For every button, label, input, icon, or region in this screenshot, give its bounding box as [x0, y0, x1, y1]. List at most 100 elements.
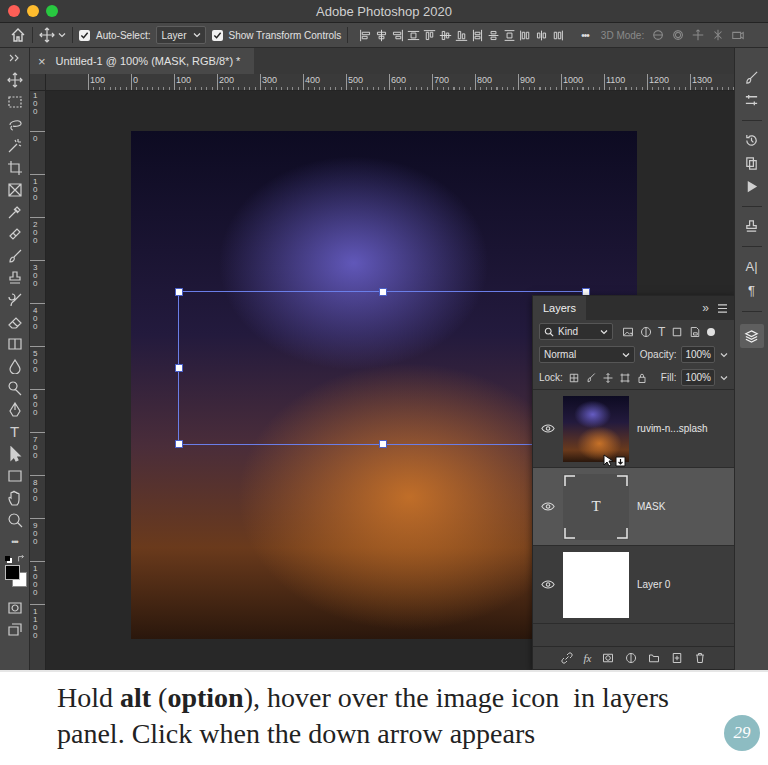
- transform-handle[interactable]: [379, 288, 387, 296]
- opacity-chevron-icon[interactable]: [720, 351, 728, 359]
- close-tab-button[interactable]: ×: [38, 54, 46, 69]
- rectangle-tool-icon[interactable]: [7, 468, 23, 484]
- document-tab[interactable]: × Untitled-1 @ 100% (MASK, RGB/8*) *: [30, 48, 254, 74]
- layers-tab[interactable]: Layers: [533, 296, 586, 320]
- opacity-field[interactable]: 100%: [681, 346, 715, 363]
- lock-pixels-icon[interactable]: [568, 372, 580, 384]
- distribute-left-icon[interactable]: [519, 29, 532, 42]
- text-layer-thumbnail[interactable]: T: [563, 474, 629, 540]
- home-icon[interactable]: [10, 27, 26, 43]
- image-layer-thumbnail[interactable]: [563, 396, 629, 462]
- clone-stamp-icon[interactable]: [7, 270, 23, 286]
- align-bottom-icon[interactable]: [455, 29, 468, 42]
- tool-preset-chevron-icon[interactable]: [58, 31, 66, 39]
- transform-handle[interactable]: [175, 440, 183, 448]
- lock-paint-icon[interactable]: [585, 372, 597, 384]
- align-left-icon[interactable]: [359, 29, 372, 42]
- delete-layer-icon[interactable]: [694, 652, 706, 664]
- blend-mode-dropdown[interactable]: Normal: [539, 346, 635, 363]
- brush-tool-icon[interactable]: [7, 248, 23, 264]
- properties-icon[interactable]: [744, 93, 759, 108]
- auto-select-checkbox[interactable]: [79, 30, 90, 41]
- edit-toolbar-button[interactable]: •••: [11, 531, 17, 553]
- filter-toggle[interactable]: [707, 328, 715, 336]
- layer-style-button[interactable]: fx: [584, 652, 592, 664]
- lasso-tool-icon[interactable]: [7, 116, 23, 132]
- collapse-panel-icon[interactable]: [9, 54, 21, 62]
- lock-position-icon[interactable]: [602, 372, 614, 384]
- paragraph-panel-button[interactable]: ¶: [748, 283, 755, 299]
- eyedropper-icon[interactable]: [7, 204, 23, 220]
- zoom-tool-icon[interactable]: [7, 512, 23, 528]
- minimize-window-button[interactable]: [27, 5, 39, 17]
- shape-filter-icon[interactable]: [671, 326, 683, 338]
- fill-chevron-icon[interactable]: [720, 374, 728, 382]
- collapse-panel-button[interactable]: »: [702, 301, 709, 315]
- transform-handle[interactable]: [175, 364, 183, 372]
- fill-layer-thumbnail[interactable]: [563, 552, 629, 618]
- default-colors-icon[interactable]: [5, 556, 10, 561]
- distribute-bottom-icon[interactable]: [503, 29, 516, 42]
- distribute-spacing-icon[interactable]: [551, 29, 564, 42]
- layer-row[interactable]: T MASK: [533, 468, 734, 546]
- zoom-window-button[interactable]: [46, 5, 58, 17]
- history-icon[interactable]: [744, 133, 759, 148]
- adjustment-filter-icon[interactable]: [640, 326, 652, 338]
- fill-field[interactable]: 100%: [681, 369, 715, 386]
- new-layer-icon[interactable]: [671, 652, 683, 664]
- distribute-horizontal-icon[interactable]: [407, 29, 420, 42]
- lock-all-icon[interactable]: [636, 372, 648, 384]
- character-panel-button[interactable]: A|: [745, 259, 757, 275]
- distribute-middle-icon[interactable]: [487, 29, 500, 42]
- transform-handle[interactable]: [175, 288, 183, 296]
- layers-panel-button[interactable]: [740, 324, 764, 348]
- quick-mask-icon[interactable]: [7, 600, 23, 616]
- eraser-tool-icon[interactable]: [7, 314, 23, 330]
- hand-tool-icon[interactable]: [7, 490, 23, 506]
- transform-handle[interactable]: [379, 440, 387, 448]
- show-transform-checkbox[interactable]: [212, 30, 223, 41]
- align-top-icon[interactable]: [423, 29, 436, 42]
- type-filter-icon[interactable]: T: [658, 326, 665, 338]
- auto-select-dropdown[interactable]: Layer: [156, 26, 205, 44]
- blur-tool-icon[interactable]: [7, 358, 23, 374]
- layer-row[interactable]: ruvim-n...splash: [533, 390, 734, 468]
- visibility-eye-icon[interactable]: [541, 580, 555, 589]
- magic-wand-icon[interactable]: [7, 138, 23, 154]
- lock-artboard-icon[interactable]: [619, 372, 631, 384]
- transform-box[interactable]: [178, 291, 587, 445]
- more-options-button[interactable]: •••: [581, 30, 589, 41]
- tool-presets-icon[interactable]: [744, 219, 759, 234]
- marquee-tool-icon[interactable]: [7, 94, 23, 110]
- move-tool-icon[interactable]: [7, 72, 23, 88]
- filter-kind-dropdown[interactable]: Kind: [539, 323, 613, 340]
- actions-play-icon[interactable]: [744, 179, 759, 194]
- distribute-center-icon[interactable]: [535, 29, 548, 42]
- close-window-button[interactable]: [8, 5, 20, 17]
- smart-object-filter-icon[interactable]: [689, 326, 701, 338]
- adjustment-layer-icon[interactable]: [625, 652, 637, 664]
- new-group-icon[interactable]: [648, 652, 660, 664]
- link-layers-icon[interactable]: [561, 652, 573, 664]
- visibility-eye-icon[interactable]: [541, 424, 555, 433]
- panel-menu-icon[interactable]: [717, 304, 728, 313]
- healing-brush-icon[interactable]: [7, 226, 23, 242]
- brush-settings-icon[interactable]: [744, 70, 759, 85]
- crop-tool-icon[interactable]: [7, 160, 23, 176]
- history-brush-icon[interactable]: [7, 292, 23, 308]
- path-selection-icon[interactable]: [7, 446, 23, 462]
- align-right-icon[interactable]: [391, 29, 404, 42]
- screen-mode-icon[interactable]: [7, 622, 23, 638]
- pixel-filter-icon[interactable]: [622, 326, 634, 338]
- align-center-icon[interactable]: [375, 29, 388, 42]
- layer-comps-icon[interactable]: [744, 156, 759, 171]
- swap-colors-icon[interactable]: [17, 555, 25, 563]
- align-middle-icon[interactable]: [439, 29, 452, 42]
- layer-row[interactable]: Layer 0: [533, 546, 734, 624]
- new-mask-icon[interactable]: [602, 652, 614, 664]
- visibility-eye-icon[interactable]: [541, 502, 555, 511]
- pen-tool-icon[interactable]: [7, 402, 23, 418]
- type-tool-icon[interactable]: T: [10, 421, 19, 443]
- gradient-tool-icon[interactable]: [7, 336, 23, 352]
- dodge-tool-icon[interactable]: [7, 380, 23, 396]
